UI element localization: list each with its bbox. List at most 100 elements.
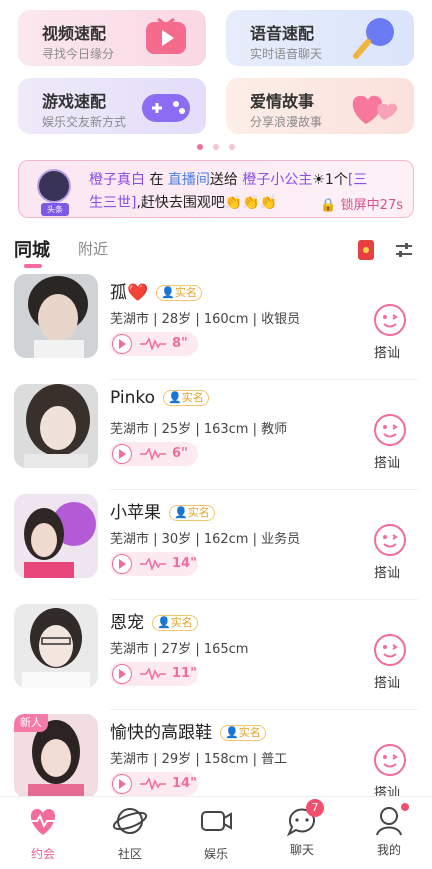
- banner-line-2: 生三世],赶快去围观吧👏👏👏: [89, 192, 277, 212]
- list-item[interactable]: 恩宠 👤实名 芜湖市 | 27岁 | 165cm 11" 搭讪: [0, 600, 432, 710]
- unread-count-badge: 7: [306, 799, 324, 817]
- speed-match-cards: 视频速配 寻找今日缘分 语音速配 实时语音聊天 游戏速配 娱乐交友新方式 爱情故…: [18, 10, 414, 138]
- nav-dating[interactable]: 约会: [13, 803, 73, 862]
- filter-icon[interactable]: [394, 240, 414, 260]
- avatar[interactable]: [14, 274, 98, 358]
- sender-name[interactable]: 橙子真白: [89, 172, 145, 188]
- greet-button[interactable]: 搭讪: [374, 342, 400, 361]
- planet-icon: [112, 808, 148, 834]
- carousel-dot: [213, 144, 219, 150]
- gift-headline-banner[interactable]: 头条 橙子真白 在 直播间送给 橙子小公主☀1个[三 生三世],赶快去围观吧👏👏…: [18, 160, 414, 218]
- waveform-icon: [140, 668, 166, 680]
- verified-badge: 👤实名: [152, 615, 198, 631]
- greet-chat-icon[interactable]: [372, 412, 408, 448]
- greet-chat-icon[interactable]: [372, 632, 408, 668]
- voice-intro-player[interactable]: 11": [110, 662, 198, 686]
- play-icon[interactable]: [112, 334, 132, 354]
- list-item[interactable]: 小苹果 👤实名 芜湖市 | 30岁 | 162cm | 业务员 14" 搭讪: [0, 490, 432, 600]
- user-info: 芜湖市 | 29岁 | 158cm | 普工: [110, 752, 288, 767]
- user-name[interactable]: Pinko 👤实名: [110, 388, 209, 408]
- gift-name-start: [三: [347, 172, 368, 188]
- play-icon[interactable]: [112, 554, 132, 574]
- user-name[interactable]: 小苹果 👤实名: [110, 498, 215, 523]
- card-subtitle: 寻找今日缘分: [42, 47, 115, 61]
- voice-match-card[interactable]: 语音速配 实时语音聊天: [226, 10, 414, 66]
- nav-community[interactable]: 社区: [100, 803, 160, 862]
- voice-intro-player[interactable]: 6": [110, 442, 198, 466]
- greet-button[interactable]: 搭讪: [374, 452, 400, 471]
- heart-emoji: ❤️: [127, 283, 149, 303]
- video-camera-icon: [201, 811, 232, 831]
- live-room-link[interactable]: 直播间: [168, 172, 210, 188]
- voice-duration: 6": [172, 446, 188, 461]
- greet-button[interactable]: 搭讪: [374, 672, 400, 691]
- user-name-text: 恩宠: [110, 613, 144, 633]
- verified-label: 实名: [238, 726, 261, 739]
- chat-icon-wrap: 7: [284, 799, 324, 839]
- verified-label: 实名: [181, 391, 204, 404]
- banner-cta: ,赶快去围观吧: [136, 195, 225, 211]
- greet-chat-icon[interactable]: [372, 742, 408, 778]
- voice-duration: 8": [172, 336, 188, 351]
- user-info: 芜湖市 | 30岁 | 162cm | 业务员: [110, 532, 301, 547]
- tab-nearby[interactable]: 附近: [78, 238, 108, 259]
- user-name-text: 孤: [110, 283, 127, 303]
- avatar[interactable]: [14, 494, 98, 578]
- sent-text: 送给: [209, 172, 238, 188]
- avatar[interactable]: [14, 604, 98, 688]
- love-story-card[interactable]: 爱情故事 分享浪漫故事: [226, 78, 414, 134]
- hearts-icon: [352, 95, 398, 124]
- verified-label: 实名: [170, 616, 193, 629]
- avatar[interactable]: [14, 384, 98, 468]
- new-user-tag: 新人: [14, 714, 48, 732]
- voice-intro-player[interactable]: 8": [110, 332, 198, 356]
- verified-badge: 👤实名: [169, 505, 215, 521]
- waveform-icon: [140, 448, 166, 460]
- game-match-card[interactable]: 游戏速配 娱乐交友新方式: [18, 78, 206, 134]
- nav-entertainment[interactable]: 娱乐: [186, 803, 246, 862]
- user-info: 芜湖市 | 28岁 | 160cm | 收银员: [110, 312, 301, 327]
- red-packet-icon[interactable]: [358, 240, 374, 260]
- verified-badge: 👤实名: [163, 390, 209, 406]
- voice-intro-player[interactable]: 14": [110, 552, 198, 576]
- video-tv-icon: [146, 17, 186, 54]
- play-icon[interactable]: [112, 444, 132, 464]
- active-tab-indicator: [24, 264, 42, 268]
- headline-badge: 头条: [29, 165, 81, 216]
- card-title: 爱情故事: [250, 92, 315, 111]
- nav-label: 娱乐: [203, 847, 228, 861]
- user-name[interactable]: 孤❤️ 👤实名: [110, 278, 202, 303]
- sender-avatar: [37, 169, 71, 203]
- play-icon[interactable]: [112, 774, 132, 794]
- greet-button[interactable]: 搭讪: [374, 562, 400, 581]
- user-info: 芜湖市 | 27岁 | 165cm: [110, 642, 249, 657]
- user-list: 孤❤️ 👤实名 芜湖市 | 28岁 | 160cm | 收银员 8" 搭讪 Pin…: [0, 270, 432, 820]
- voice-duration: 14": [172, 556, 197, 571]
- card-title: 视频速配: [42, 24, 107, 43]
- greet-chat-icon[interactable]: [372, 302, 408, 338]
- nav-chat[interactable]: 7 聊天: [272, 799, 332, 858]
- greet-chat-icon[interactable]: [372, 522, 408, 558]
- carousel-dot: [229, 144, 235, 150]
- user-name-text: Pinko: [110, 388, 156, 408]
- microphone-icon: [353, 18, 394, 59]
- user-name[interactable]: 恩宠 👤实名: [110, 608, 198, 633]
- list-item[interactable]: 孤❤️ 👤实名 芜湖市 | 28岁 | 160cm | 收银员 8" 搭讪: [0, 270, 432, 380]
- waveform-icon: [140, 778, 166, 790]
- verified-label: 实名: [174, 286, 197, 299]
- headline-tag: 头条: [41, 203, 69, 216]
- nav-profile[interactable]: 我的: [359, 803, 419, 858]
- notification-dot: [401, 803, 409, 811]
- tab-same-city[interactable]: 同城: [14, 236, 50, 262]
- verified-badge: 👤实名: [156, 285, 202, 301]
- user-name[interactable]: 愉快的高跟鞋 👤实名: [110, 718, 266, 743]
- receiver-name[interactable]: 橙子小公主: [242, 172, 312, 188]
- video-match-card[interactable]: 视频速配 寻找今日缘分: [18, 10, 206, 66]
- card-title: 游戏速配: [42, 92, 107, 111]
- play-icon[interactable]: [112, 664, 132, 684]
- bottom-nav: 约会 社区 娱乐 7 聊天 我的: [0, 796, 432, 869]
- list-item[interactable]: Pinko 👤实名 芜湖市 | 25岁 | 163cm | 教师 6" 搭讪: [0, 380, 432, 490]
- voice-intro-player[interactable]: 14": [110, 772, 198, 796]
- gift-name-end: 生三世]: [89, 195, 137, 211]
- in-text: 在: [149, 172, 164, 188]
